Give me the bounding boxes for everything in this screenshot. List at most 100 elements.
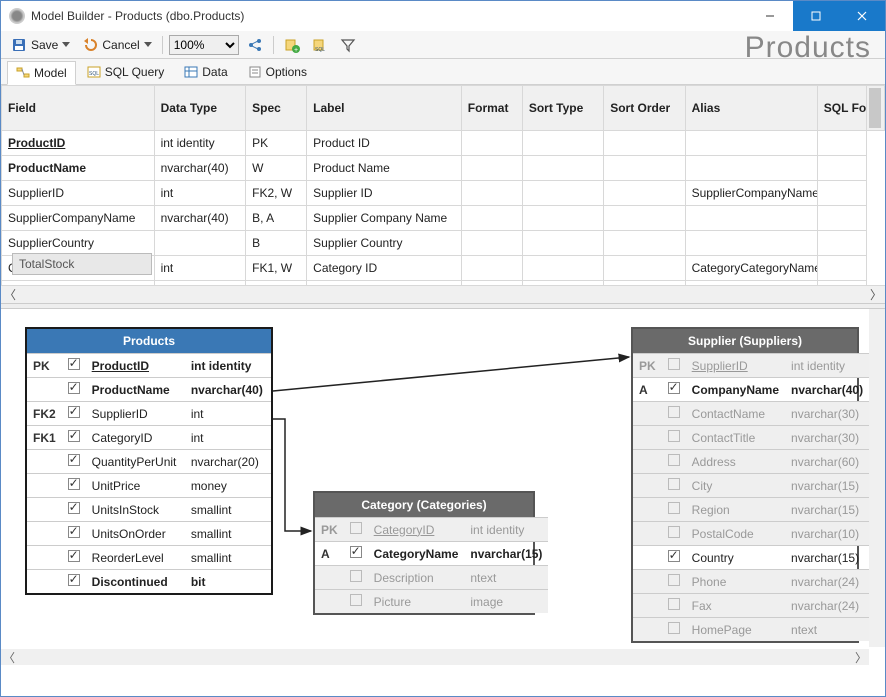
entity-column[interactable]: HomePagentext <box>633 618 869 642</box>
grid-cell[interactable]: Category Name <box>307 281 462 286</box>
entity-column[interactable]: Discontinuedbit <box>27 570 271 594</box>
grid-cell[interactable]: CategoryCategoryName <box>685 256 817 281</box>
grid-cell[interactable]: int identity <box>154 131 246 156</box>
include-checkbox[interactable] <box>662 450 686 474</box>
grid-cell[interactable] <box>817 131 866 156</box>
grid-cell[interactable]: FK2, W <box>246 181 307 206</box>
include-checkbox[interactable] <box>662 570 686 594</box>
include-checkbox[interactable] <box>62 498 86 522</box>
grid-cell[interactable] <box>154 231 246 256</box>
grid-cell[interactable]: Supplier Country <box>307 231 462 256</box>
grid-row[interactable]: ProductIDint identityPKProduct ID <box>2 131 885 156</box>
tab-model[interactable]: Model <box>7 61 76 85</box>
grid-cell[interactable]: Category ID <box>307 256 462 281</box>
include-checkbox[interactable] <box>662 402 686 426</box>
include-checkbox[interactable] <box>662 498 686 522</box>
grid-cell[interactable] <box>522 206 603 231</box>
grid-cell[interactable] <box>604 131 685 156</box>
grid-cell[interactable] <box>461 181 522 206</box>
grid-cell[interactable]: nvarchar(40) <box>154 156 246 181</box>
grid-header-cell[interactable]: Alias <box>685 86 817 131</box>
grid-header-cell[interactable]: Label <box>307 86 462 131</box>
grid-cell[interactable]: Supplier ID <box>307 181 462 206</box>
grid-cell[interactable] <box>522 256 603 281</box>
grid-cell[interactable] <box>604 256 685 281</box>
include-checkbox[interactable] <box>662 546 686 570</box>
grid-header-cell[interactable]: Sort Type <box>522 86 603 131</box>
include-checkbox[interactable] <box>62 402 86 426</box>
grid-cell[interactable]: B <box>246 231 307 256</box>
entity-column[interactable]: PostalCodenvarchar(10) <box>633 522 869 546</box>
grid-cell[interactable] <box>817 231 866 256</box>
include-checkbox[interactable] <box>62 426 86 450</box>
grid-cell[interactable] <box>685 131 817 156</box>
grid-cell[interactable] <box>522 181 603 206</box>
grid-cell[interactable]: B, A <box>246 206 307 231</box>
entity-column[interactable]: PKProductIDint identity <box>27 354 271 378</box>
entity-column[interactable]: QuantityPerUnitnvarchar(20) <box>27 450 271 474</box>
include-checkbox[interactable] <box>662 522 686 546</box>
include-checkbox[interactable] <box>62 522 86 546</box>
grid-cell[interactable]: nvarchar(15) <box>154 281 246 286</box>
grid-cell[interactable] <box>522 231 603 256</box>
entity-column[interactable]: ContactNamenvarchar(30) <box>633 402 869 426</box>
include-checkbox[interactable] <box>62 354 86 378</box>
entity-column[interactable]: Descriptionntext <box>315 566 548 590</box>
entity-column[interactable]: ContactTitlenvarchar(30) <box>633 426 869 450</box>
grid-cell[interactable] <box>461 206 522 231</box>
grid-row[interactable]: SupplierIDintFK2, WSupplier IDSupplierCo… <box>2 181 885 206</box>
grid-header-cell[interactable]: Data Type <box>154 86 246 131</box>
tab-sql-query[interactable]: SQL SQL Query <box>78 60 174 84</box>
canvas-hscroll[interactable]: 〈〉 <box>1 649 869 665</box>
entity-column[interactable]: PKCategoryIDint identity <box>315 518 548 542</box>
grid-cell[interactable] <box>817 206 866 231</box>
grid-cell[interactable] <box>461 131 522 156</box>
grid-cell[interactable] <box>604 156 685 181</box>
entity-column[interactable]: FK1CategoryIDint <box>27 426 271 450</box>
save-button[interactable]: Save <box>7 35 74 55</box>
grid-cell[interactable]: PK <box>246 131 307 156</box>
grid-row[interactable]: ProductNamenvarchar(40)WProduct Name <box>2 156 885 181</box>
share-button[interactable] <box>243 35 267 55</box>
grid-cell[interactable] <box>604 181 685 206</box>
grid-row[interactable]: SupplierCompanyNamenvarchar(40)B, ASuppl… <box>2 206 885 231</box>
grid-cell[interactable] <box>461 256 522 281</box>
grid-cell[interactable]: ProductName <box>2 156 155 181</box>
entity-column[interactable]: Addressnvarchar(60) <box>633 450 869 474</box>
include-checkbox[interactable] <box>662 474 686 498</box>
grid-cell[interactable] <box>817 281 866 286</box>
grid-hscroll[interactable]: 〈 〉 <box>1 285 885 303</box>
grid-cell[interactable]: int <box>154 256 246 281</box>
scroll-right-icon[interactable]: 〉 <box>867 287 885 303</box>
close-button[interactable] <box>839 1 885 31</box>
zoom-select[interactable]: 100% <box>169 35 239 55</box>
grid-cell[interactable] <box>685 206 817 231</box>
grid-cell[interactable] <box>817 256 866 281</box>
grid-cell[interactable]: CategoryCategoryName <box>2 281 155 286</box>
grid-cell[interactable] <box>461 281 522 286</box>
diagram-canvas[interactable]: Products PKProductIDint identityProductN… <box>1 309 885 665</box>
grid-cell[interactable] <box>685 156 817 181</box>
tab-data[interactable]: Data <box>175 60 236 84</box>
canvas-vscroll[interactable] <box>869 309 885 647</box>
grid-vscroll[interactable] <box>866 86 884 131</box>
grid-cell[interactable]: int <box>154 181 246 206</box>
grid-cell[interactable]: Product Name <box>307 156 462 181</box>
grid-cell[interactable]: SupplierCountry <box>2 231 155 256</box>
entity-column[interactable]: ACategoryNamenvarchar(15) <box>315 542 548 566</box>
grid-cell[interactable] <box>522 131 603 156</box>
entity-column[interactable]: Citynvarchar(15) <box>633 474 869 498</box>
entity-column[interactable]: UnitsInStocksmallint <box>27 498 271 522</box>
entity-column[interactable]: ACompanyNamenvarchar(40) <box>633 378 869 402</box>
entity-column[interactable]: UnitsOnOrdersmallint <box>27 522 271 546</box>
include-checkbox[interactable] <box>62 474 86 498</box>
include-checkbox[interactable] <box>344 518 368 542</box>
include-checkbox[interactable] <box>62 546 86 570</box>
grid-cell[interactable]: Product ID <box>307 131 462 156</box>
add-column-button[interactable]: + <box>280 35 304 55</box>
grid-cell[interactable] <box>604 206 685 231</box>
grid-cell[interactable]: SupplierCompanyName <box>685 181 817 206</box>
include-checkbox[interactable] <box>62 450 86 474</box>
grid-cell[interactable] <box>817 181 866 206</box>
grid-cell[interactable] <box>604 231 685 256</box>
